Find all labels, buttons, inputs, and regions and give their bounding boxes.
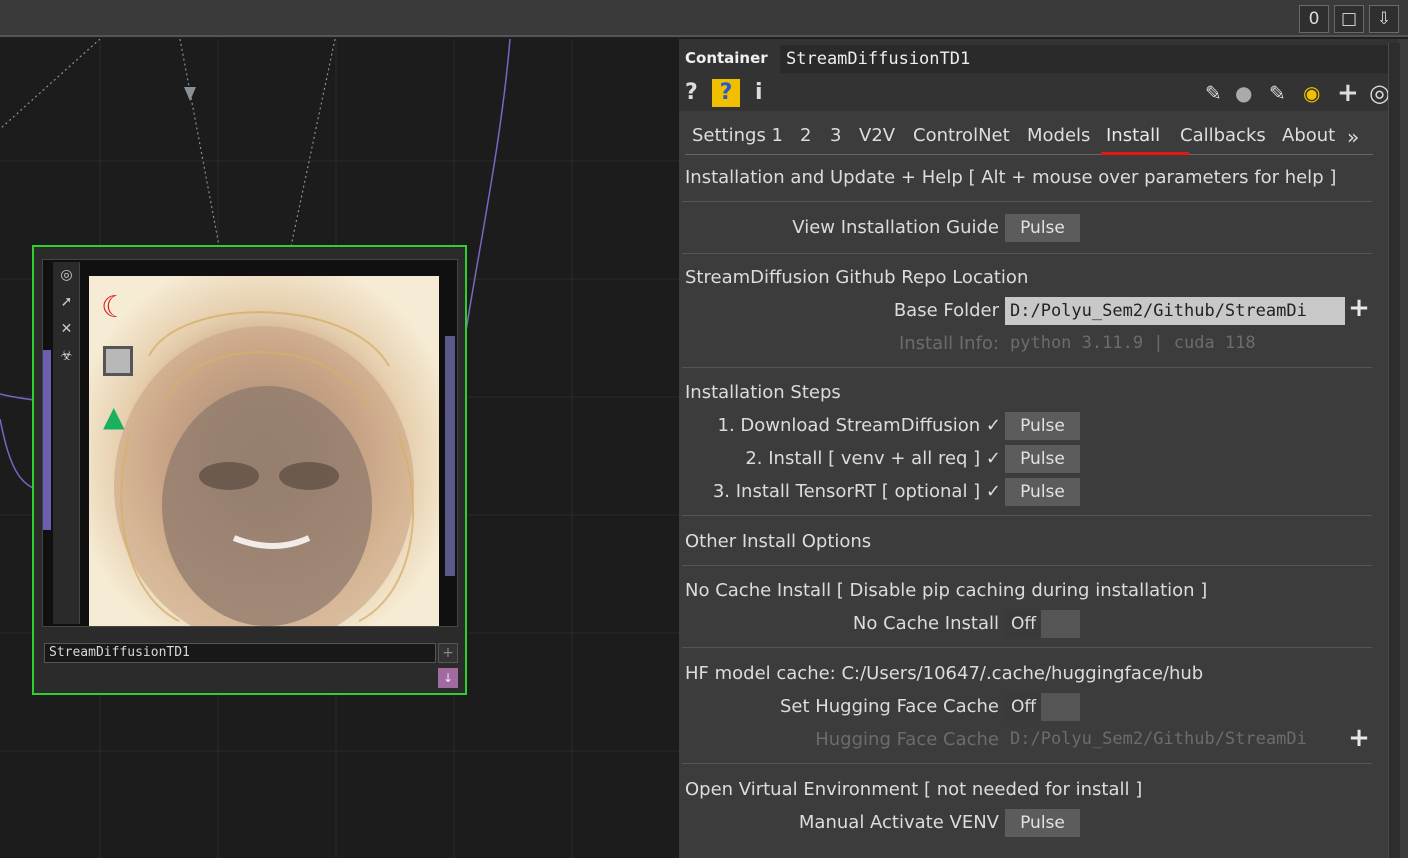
tab-controlnet[interactable]: ControlNet (913, 125, 1010, 146)
divider (682, 253, 1372, 254)
repo-location-header: StreamDiffusion Github Repo Location (685, 267, 1029, 288)
manual-venv-label: Manual Activate VENV (798, 812, 999, 833)
divider (682, 201, 1372, 202)
container-node[interactable]: ◎ ➚ ✕ ☣ ☾ ▲ StreamDiffusionTD1 + ↓ (32, 245, 467, 695)
help-icon[interactable]: ? (685, 79, 698, 107)
output-connector[interactable] (445, 336, 455, 576)
venv-header: Open Virtual Environment [ not needed fo… (685, 779, 1143, 800)
no-cache-header: No Cache Install [ Disable pip caching d… (685, 580, 1208, 601)
divider (682, 647, 1372, 648)
pyramid-icon: ▲ (103, 400, 125, 433)
clipboard-icon[interactable]: ✎ (1269, 79, 1286, 107)
step1-label: 1. Download StreamDiffusion ✓ (717, 415, 1002, 436)
operator-name-field[interactable]: StreamDiffusionTD1 (780, 45, 1398, 73)
generated-portrait-image (114, 311, 415, 626)
lock-icon[interactable]: ☣ (53, 343, 80, 370)
tab-bar: Settings 1 2 3 V2V ControlNet Models Ins… (685, 123, 1373, 155)
install-info-label: Install Info: (898, 333, 999, 354)
info-icon[interactable]: i (755, 79, 763, 107)
step2-pulse-button[interactable]: Pulse (1005, 445, 1080, 473)
install-help-header: Installation and Update + Help [ Alt + m… (685, 167, 1337, 188)
viewer-toggle-icon[interactable]: ◎ (53, 262, 80, 289)
operator-type: Container (685, 49, 768, 67)
pin-icon[interactable]: ➚ (53, 289, 80, 316)
no-cache-label: No Cache Install (852, 613, 999, 634)
target-icon[interactable]: ◎ (1369, 79, 1390, 107)
view-guide-pulse-button[interactable]: Pulse (1005, 214, 1080, 242)
download-arrow-icon[interactable]: ⇩ (1369, 5, 1399, 33)
envelope-icon (103, 346, 133, 376)
node-toolbar: ◎ ➚ ✕ ☣ (53, 262, 80, 624)
tab-settings-1[interactable]: Settings 1 (692, 125, 783, 146)
maximize-icon[interactable]: □ (1334, 5, 1364, 33)
no-cache-toggle[interactable]: Off (1005, 610, 1080, 638)
tab-3[interactable]: 3 (830, 125, 841, 146)
add-icon[interactable]: + (1337, 79, 1359, 107)
active-tab-underline (1101, 152, 1189, 155)
counter-display[interactable]: 0 (1299, 5, 1329, 33)
comment-icon[interactable]: ● (1235, 79, 1252, 107)
scrollbar[interactable] (1388, 43, 1400, 858)
node-body: ◎ ➚ ✕ ☣ ☾ ▲ (42, 259, 458, 627)
python-help-icon[interactable]: ? (712, 79, 740, 107)
base-folder-field[interactable]: D:/Polyu_Sem2/Github/StreamDi (1005, 297, 1345, 325)
panel-header: Container StreamDiffusionTD1 ? ? i ✎ ● ✎… (679, 39, 1398, 111)
pencil-icon[interactable]: ✎ (1205, 79, 1222, 107)
step1-pulse-button[interactable]: Pulse (1005, 412, 1080, 440)
node-name-field[interactable]: StreamDiffusionTD1 (44, 643, 436, 663)
top-bar: 0 □ ⇩ (0, 0, 1408, 37)
step2-label: 2. Install [ venv + all req ] ✓ (745, 448, 1001, 469)
hf-cache-path: D:/Polyu_Sem2/Github/StreamDi (1010, 729, 1307, 749)
step3-label: 3. Install TensorRT [ optional ] ✓ (712, 481, 1001, 502)
base-folder-label: Base Folder (893, 300, 999, 321)
input-connector[interactable] (43, 350, 51, 530)
set-hf-cache-toggle[interactable]: Off (1005, 693, 1080, 721)
parameter-panel: Container StreamDiffusionTD1 ? ? i ✎ ● ✎… (679, 39, 1408, 858)
hf-cache-label: Hugging Face Cache (815, 729, 999, 750)
node-down-arrow-icon[interactable]: ↓ (438, 668, 458, 688)
arrow-marker (184, 87, 196, 101)
hf-cache-header: HF model cache: C:/Users/10647/.cache/hu… (685, 663, 1204, 684)
view-guide-label: View Installation Guide (792, 217, 999, 238)
divider (682, 367, 1372, 368)
tab-about[interactable]: About (1282, 125, 1335, 146)
other-install-header: Other Install Options (685, 531, 872, 552)
image-viewer: ☾ ▲ (89, 276, 439, 626)
divider (682, 763, 1372, 764)
base-folder-browse-icon[interactable]: + (1347, 295, 1371, 321)
node-plus-icon[interactable]: + (438, 643, 458, 663)
toggle-off-label: Off (1005, 610, 1041, 638)
moon-icon: ☾ (101, 290, 128, 325)
step3-pulse-button[interactable]: Pulse (1005, 478, 1080, 506)
toggle-off-label: Off (1005, 693, 1041, 721)
hf-cache-browse-icon[interactable]: + (1347, 725, 1371, 751)
tab-2[interactable]: 2 (800, 125, 811, 146)
more-tabs-icon[interactable]: » (1347, 125, 1359, 149)
divider (682, 565, 1372, 566)
tab-models[interactable]: Models (1027, 125, 1090, 146)
tab-v2v[interactable]: V2V (859, 125, 895, 146)
tab-callbacks[interactable]: Callbacks (1180, 125, 1266, 146)
divider (682, 515, 1372, 516)
installation-steps-header: Installation Steps (685, 382, 841, 403)
bypass-icon[interactable]: ✕ (53, 316, 80, 343)
manual-venv-pulse-button[interactable]: Pulse (1005, 809, 1080, 837)
set-hf-cache-label: Set Hugging Face Cache (779, 696, 999, 717)
python-icon[interactable]: ◉ (1303, 79, 1320, 107)
network-editor[interactable]: ◎ ➚ ✕ ☣ ☾ ▲ StreamDiffusionTD1 + ↓ (0, 39, 679, 858)
install-info-value: python 3.11.9 | cuda 118 (1010, 333, 1256, 353)
tab-install[interactable]: Install (1106, 125, 1160, 146)
